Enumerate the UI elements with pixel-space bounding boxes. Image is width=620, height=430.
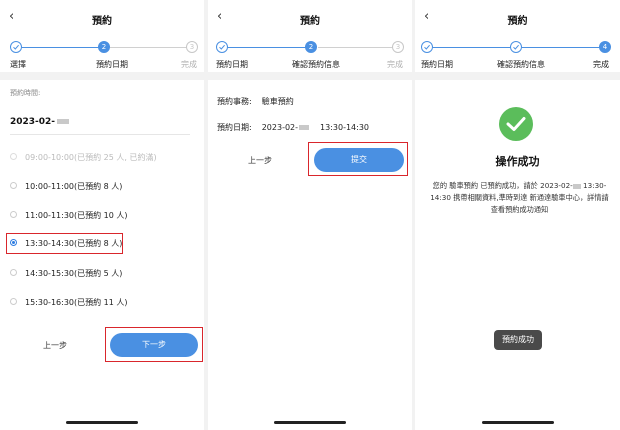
check-icon <box>506 117 526 131</box>
radio-icon <box>10 211 17 218</box>
success-description: 您的 驗車預約 已預約成功，請於 2023-02- 13:30-14:30 携帶… <box>429 180 610 216</box>
screen-success: ‹ 預約 4 預約日期 確認預約信息 完成 操作成功 您的 驗車預約 已預約成功… <box>415 0 620 430</box>
time-option-label: 10:00-11:00(已預約 8 人) <box>25 182 123 191</box>
item-value: 驗車預約 <box>261 97 294 106</box>
step-remaining-line <box>318 47 394 48</box>
selected-date[interactable]: 2023-02- <box>10 117 70 127</box>
step-remaining-line <box>110 47 190 48</box>
step-2-label: 預約日期 <box>96 60 128 69</box>
step-2-dot: 2 <box>98 41 110 53</box>
highlight-box <box>105 327 203 362</box>
radio-icon <box>10 153 17 160</box>
screen-select-time: ‹ 預約 2 3 選擇 預約日期 完成 預約時間: 2023-02- 09:00… <box>0 0 204 430</box>
step-1-dot <box>10 41 22 53</box>
check-icon <box>219 44 225 50</box>
step-3-dot: 4 <box>599 41 611 53</box>
time-option-1530[interactable]: 15:30-16:30(已預約 11 人) <box>10 297 128 311</box>
radio-icon <box>10 269 17 276</box>
toast-message: 預約成功 <box>494 330 542 350</box>
nav-header: ‹ 預約 <box>415 0 620 34</box>
item-key: 預約事務: <box>217 97 252 106</box>
desc-part-1: 您的 驗車預約 已預約成功，請於 2023-02- <box>432 181 573 190</box>
step-1-label: 預約日期 <box>421 60 453 69</box>
redacted-day <box>57 119 70 124</box>
time-option-label: 14:30-15:30(已預約 5 人) <box>25 269 123 278</box>
nav-header: ‹ 預約 <box>0 0 204 34</box>
step-2-label: 確認預約信息 <box>497 60 545 69</box>
step-1-label: 預約日期 <box>216 60 248 69</box>
check-icon <box>424 44 430 50</box>
highlight-box <box>308 142 408 176</box>
step-1-dot <box>216 41 228 53</box>
step-2-dot <box>510 41 522 53</box>
step-3-label: 完成 <box>387 60 403 69</box>
check-icon <box>513 44 519 50</box>
home-indicator <box>274 421 346 424</box>
home-indicator <box>481 421 554 424</box>
time-option-1000[interactable]: 10:00-11:00(已預約 8 人) <box>10 181 122 195</box>
section-divider <box>0 72 204 80</box>
time-option-1100[interactable]: 11:00-11:30(已預約 10 人) <box>10 210 128 224</box>
date-text: 2023-02- <box>10 117 56 127</box>
home-indicator <box>66 421 138 424</box>
time-option-label: 11:00-11:30(已預約 10 人) <box>25 211 128 220</box>
date-underline <box>10 134 190 135</box>
appointment-item-row: 預約事務: 驗車預約 <box>217 96 294 107</box>
nav-header: ‹ 預約 <box>208 0 412 34</box>
radio-icon <box>10 298 17 305</box>
time-label: 預約時間: <box>10 89 41 97</box>
appointment-date-row: 預約日期: 2023-02- 13:30-14:30 <box>217 122 369 133</box>
redacted-day <box>299 125 310 130</box>
success-title: 操作成功 <box>495 155 540 168</box>
time-value: 13:30-14:30 <box>320 123 370 132</box>
step-3-dot: 3 <box>186 41 198 53</box>
page-title: 預約 <box>300 16 320 27</box>
date-value: 2023-02- <box>261 123 299 132</box>
section-divider <box>208 72 412 80</box>
step-progress-line <box>16 47 104 48</box>
step-2-dot: 2 <box>305 41 317 53</box>
prev-step-button[interactable]: 上一步 <box>43 340 67 351</box>
page-title: 預約 <box>92 16 112 27</box>
step-3-dot: 3 <box>392 41 404 53</box>
step-1-dot <box>421 41 433 53</box>
time-option-label: 15:30-16:30(已預約 11 人) <box>25 298 128 307</box>
step-2-label: 確認預約信息 <box>292 60 340 69</box>
check-icon <box>13 44 19 50</box>
time-option-label: 09:00-10:00(已預約 25 人, 已約滿) <box>25 153 157 162</box>
success-check-icon <box>499 107 533 141</box>
prev-step-button[interactable]: 上一步 <box>248 155 272 166</box>
section-divider <box>415 72 620 80</box>
step-1-label: 選擇 <box>10 60 26 69</box>
radio-icon <box>10 182 17 189</box>
step-3-label: 完成 <box>181 60 197 69</box>
date-key: 預約日期: <box>217 123 252 132</box>
redacted-day <box>572 183 581 189</box>
step-3-label: 完成 <box>593 60 609 69</box>
page-title: 預約 <box>507 16 528 27</box>
time-option-1430[interactable]: 14:30-15:30(已預約 5 人) <box>10 268 122 282</box>
step-progress-line <box>224 47 306 48</box>
screen-confirm: ‹ 預約 2 3 預約日期 確認預約信息 完成 預約事務: 驗車預約 預約日期: 2… <box>208 0 412 430</box>
highlight-box <box>6 233 123 254</box>
time-option-0900[interactable]: 09:00-10:00(已預約 25 人, 已約滿) <box>10 152 157 166</box>
